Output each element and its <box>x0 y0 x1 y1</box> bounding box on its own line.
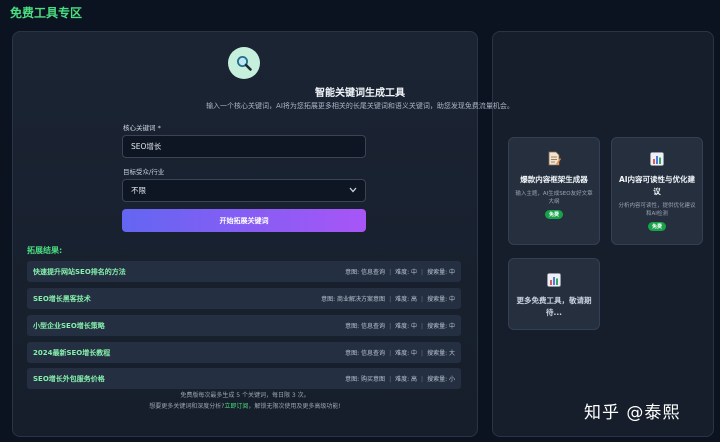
tool-card-content-framework[interactable]: 爆款内容框架生成器 输入主题，AI生成SEO友好文章大纲 免费 <box>508 137 600 245</box>
tool-title: 智能关键词生成工具 <box>315 88 405 99</box>
expand-keywords-button[interactable]: 开始拓展关键词 <box>122 209 366 232</box>
keyword-input[interactable]: SEO增长 <box>122 135 366 158</box>
result-row[interactable]: 2024最新SEO增长教程 意图: 信息查询 | 难度: 中 | 搜索量: 大 <box>27 342 461 363</box>
subscribe-link[interactable]: 立即订阅 <box>224 403 248 410</box>
results-heading: 拓展结果: <box>27 246 63 255</box>
card-title: 爆款内容框架生成器 <box>520 175 588 184</box>
result-keyword: 快速提升网站SEO排名的方法 <box>33 267 126 276</box>
document-icon <box>547 151 561 170</box>
result-keyword: 小型企业SEO增长策略 <box>33 321 105 330</box>
keyword-input-value: SEO增长 <box>131 142 162 151</box>
tool-card-readability[interactable]: AI内容可读性与优化建议 分析内容可读性，提供优化建议和AI检测 免费 <box>611 137 703 245</box>
tool-description: 输入一个核心关键词，AI将为您拓展更多相关的长尾关键词和语义关键词，助您发现免费… <box>206 102 514 110</box>
result-keyword: 2024最新SEO增长教程 <box>33 348 111 357</box>
result-row[interactable]: SEO增长黑客技术 意图: 商业解决方案意图 | 难度: 高 | 搜索量: 中 <box>27 288 461 309</box>
result-meta: 意图: 信息查询 | 难度: 中 | 搜索量: 中 <box>345 323 455 330</box>
card-title: 更多免费工具，敬请期待... <box>516 296 592 317</box>
result-keyword: SEO增长黑客技术 <box>33 294 91 303</box>
keyword-label: 核心关键词 * <box>123 124 161 132</box>
card-title: AI内容可读性与优化建议 <box>618 175 696 196</box>
industry-label: 目标受众/行业 <box>123 168 165 176</box>
page-title: 免费工具专区 <box>10 6 83 20</box>
subscribe-note: 想要更多关键词和深度分析?立即订阅，解锁无限次使用及更多高级功能! <box>149 403 341 410</box>
chevron-down-icon <box>349 186 357 195</box>
result-row[interactable]: 小型企业SEO增长策略 意图: 信息查询 | 难度: 中 | 搜索量: 中 <box>27 315 461 336</box>
free-badge: 免费 <box>647 222 666 231</box>
usage-limit-note: 免费版每次最多生成 5 个关键词，每日限 3 次。 <box>180 392 310 399</box>
result-meta: 意图: 信息查询 | 难度: 中 | 搜索量: 大 <box>345 350 455 357</box>
tool-card-coming-soon: 更多免费工具，敬请期待... <box>508 258 600 330</box>
bar-chart-icon <box>547 272 561 291</box>
card-description: 分析内容可读性，提供优化建议和AI检测 <box>618 203 696 217</box>
industry-select[interactable]: 不限 <box>122 179 366 202</box>
result-row[interactable]: SEO增长外包服务价格 意图: 购买意图 | 难度: 高 | 搜索量: 小 <box>27 368 461 389</box>
watermark: 知乎 @泰熙 <box>584 403 681 423</box>
free-badge: 免费 <box>544 210 563 219</box>
magnifier-icon <box>228 47 260 79</box>
result-keyword: SEO增长外包服务价格 <box>33 374 105 383</box>
bar-chart-icon <box>650 151 664 170</box>
industry-select-value: 不限 <box>131 186 146 195</box>
result-meta: 意图: 商业解决方案意图 | 难度: 高 | 搜索量: 中 <box>321 296 455 303</box>
card-description: 输入主题，AI生成SEO友好文章大纲 <box>515 191 593 205</box>
result-row[interactable]: 快速提升网站SEO排名的方法 意图: 信息查询 | 难度: 中 | 搜索量: 中 <box>27 261 461 282</box>
result-meta: 意图: 购买意图 | 难度: 高 | 搜索量: 小 <box>345 376 455 383</box>
result-meta: 意图: 信息查询 | 难度: 中 | 搜索量: 中 <box>345 269 455 276</box>
